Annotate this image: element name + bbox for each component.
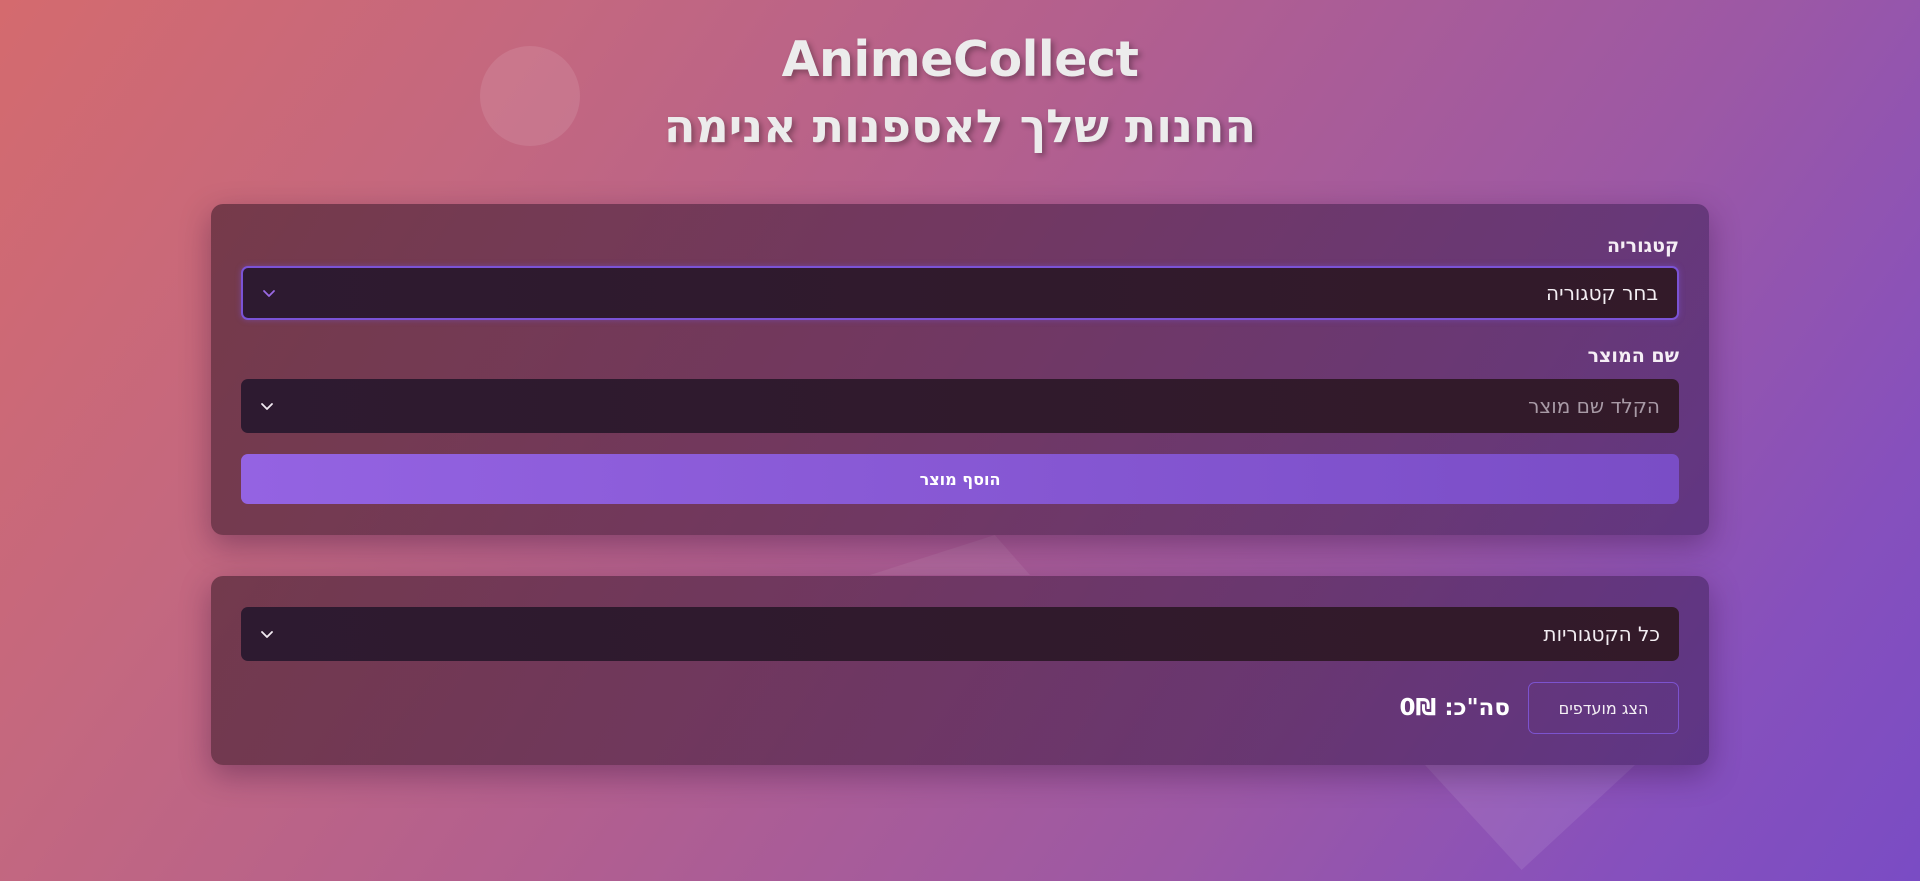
decorative-triangle — [1425, 765, 1635, 870]
filter-card: כל הקטגוריות הצג מועדפים סה"כ: 0₪ — [211, 576, 1709, 765]
category-select[interactable]: בחר קטגוריה — [241, 266, 1679, 320]
page-header: AnimeCollect החנות שלך לאספנות אנימה — [0, 30, 1920, 162]
product-name-input[interactable]: הקלד שם מוצר — [1528, 394, 1660, 418]
add-product-card: קטגוריה בחר קטגוריה שם המוצר הקלד שם מוצ… — [211, 204, 1709, 535]
category-filter-select[interactable]: כל הקטגוריות — [241, 607, 1679, 661]
product-name-label: שם המוצר — [1587, 345, 1679, 367]
category-select-value: בחר קטגוריה — [1546, 281, 1658, 305]
brand-title: AnimeCollect — [781, 31, 1139, 88]
show-favorites-button[interactable]: הצג מועדפים — [1528, 682, 1679, 734]
chevron-down-icon[interactable] — [260, 401, 274, 411]
product-name-combobox[interactable]: הקלד שם מוצר — [241, 379, 1679, 433]
category-label: קטגוריה — [1607, 235, 1679, 257]
cart-total: סה"כ: 0₪ — [1399, 695, 1510, 721]
page-tagline: החנות שלך לאספנות אנימה — [663, 99, 1257, 153]
category-filter-value: כל הקטגוריות — [1543, 622, 1660, 646]
decorative-triangle — [870, 535, 1030, 575]
add-product-button[interactable]: הוסף מוצר — [241, 454, 1679, 504]
chevron-down-icon — [260, 629, 274, 639]
chevron-down-icon — [262, 288, 276, 298]
